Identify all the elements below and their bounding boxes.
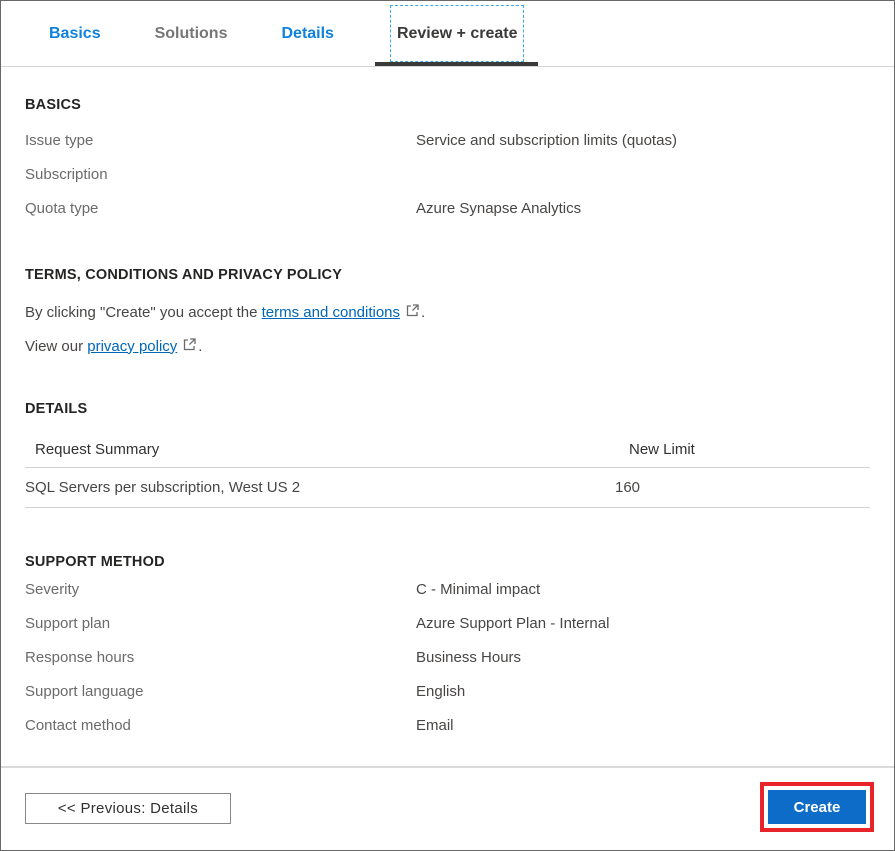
terms-line-1: By clicking "Create" you accept the term… [25,295,870,329]
tab-review-create[interactable]: Review + create [390,5,525,62]
row-value: Business Hours [416,649,521,666]
row-issue-type: Issue type Service and subscription limi… [25,123,870,157]
row-contact-method: Contact method Email [25,708,870,742]
row-label: Subscription [25,166,416,183]
column-header-new-limit: New Limit [613,441,695,458]
create-button-highlight: Create [760,782,874,832]
support-section-heading: SUPPORT METHOD [25,554,870,570]
terms-line-2-period: . [198,338,202,355]
terms-section-heading: TERMS, CONDITIONS AND PRIVACY POLICY [25,267,870,283]
tab-solutions[interactable]: Solutions [128,25,255,43]
row-subscription: Subscription [25,157,870,191]
details-section-heading: DETAILS [25,401,870,417]
row-value: C - Minimal impact [416,581,540,598]
wizard-footer: << Previous: Details Create [1,766,894,850]
terms-line-2-text: View our [25,338,87,355]
new-limit-cell: 160 [613,479,640,496]
basics-section-heading: BASICS [25,97,870,113]
terms-lines: By clicking "Create" you accept the term… [25,295,870,363]
details-table: Request Summary New Limit SQL Servers pe… [25,431,870,508]
row-value: Service and subscription limits (quotas) [416,132,677,149]
details-table-header: Request Summary New Limit [25,431,870,468]
row-label: Quota type [25,200,416,217]
row-label: Response hours [25,649,416,666]
row-severity: Severity C - Minimal impact [25,572,870,606]
row-label: Issue type [25,132,416,149]
row-support-plan: Support plan Azure Support Plan - Intern… [25,606,870,640]
row-value: Azure Synapse Analytics [416,200,581,217]
row-label: Support plan [25,615,416,632]
row-value: Email [416,717,454,734]
wizard-tab-bar: Basics Solutions Details Review + create [1,1,894,67]
terms-line-2: View our privacy policy. [25,329,870,363]
request-summary-cell: SQL Servers per subscription, West US 2 [25,479,613,496]
terms-line-1-text: By clicking "Create" you accept the [25,304,262,321]
terms-line-1-period: . [421,304,425,321]
row-support-language: Support language English [25,674,870,708]
row-value: English [416,683,465,700]
tab-details[interactable]: Details [254,25,360,43]
row-label: Severity [25,581,416,598]
row-label: Support language [25,683,416,700]
previous-details-button[interactable]: << Previous: Details [25,793,231,824]
column-header-request-summary: Request Summary [25,441,613,458]
table-row: SQL Servers per subscription, West US 2 … [25,468,870,508]
terms-and-conditions-link[interactable]: terms and conditions [262,304,400,321]
row-label: Contact method [25,717,416,734]
privacy-policy-link[interactable]: privacy policy [87,338,177,355]
tab-basics[interactable]: Basics [22,25,128,43]
row-quota-type: Quota type Azure Synapse Analytics [25,191,870,225]
review-create-page: Basics Solutions Details Review + create… [0,0,895,851]
external-link-icon [406,304,419,321]
create-button[interactable]: Create [768,790,866,824]
row-response-hours: Response hours Business Hours [25,640,870,674]
row-value: Azure Support Plan - Internal [416,615,609,632]
review-content: BASICS Issue type Service and subscripti… [1,97,894,742]
support-rows: Severity C - Minimal impact Support plan… [25,572,870,742]
external-link-icon [183,338,196,355]
basics-rows: Issue type Service and subscription limi… [25,123,870,225]
